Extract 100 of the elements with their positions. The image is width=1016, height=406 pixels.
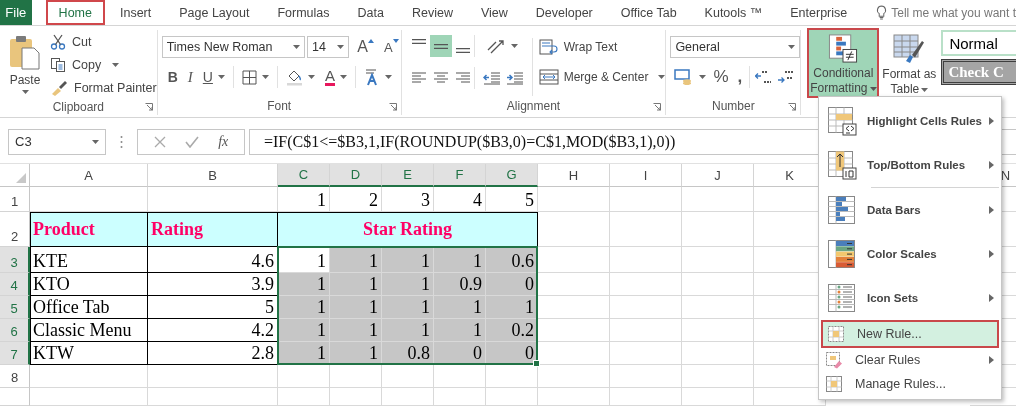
table-cell: KTO bbox=[30, 273, 148, 296]
dialog-launcher-icon[interactable] bbox=[788, 103, 797, 111]
bold-button[interactable]: B bbox=[165, 66, 180, 88]
row-header[interactable]: 2 bbox=[0, 212, 30, 247]
ribbon-tab[interactable]: Enterprise bbox=[777, 0, 861, 25]
drag-handle-icon[interactable] bbox=[120, 134, 123, 149]
table-cell: Office Tab bbox=[30, 296, 148, 319]
angled-text-icon bbox=[485, 38, 506, 54]
table-cell: 5 bbox=[148, 296, 278, 319]
font-color-button[interactable]: A bbox=[322, 66, 349, 88]
name-box[interactable]: C3 bbox=[8, 128, 106, 155]
comma-style-button[interactable]: , bbox=[733, 66, 747, 88]
row-header[interactable]: 3 bbox=[0, 247, 30, 273]
copy-icon bbox=[50, 57, 66, 73]
group-label: Alignment bbox=[506, 99, 561, 113]
indent-right-icon bbox=[506, 70, 525, 86]
column-header[interactable]: D bbox=[330, 164, 382, 187]
ribbon-tab[interactable]: Kutools ™ bbox=[691, 0, 776, 25]
ribbon-tab[interactable]: Home bbox=[45, 0, 105, 25]
paste-button[interactable]: Paste bbox=[4, 32, 46, 98]
table-cell: 2.8 bbox=[148, 342, 278, 365]
menu-item[interactable]: Clear Rules bbox=[821, 348, 999, 372]
merge-center-button[interactable]: Merge & Center bbox=[538, 67, 666, 87]
highlight-rules-icon bbox=[827, 106, 857, 136]
menu-item[interactable]: Color Scales bbox=[821, 232, 999, 276]
table-cell: 0 bbox=[434, 342, 486, 365]
ribbon-tab[interactable]: Review bbox=[398, 0, 466, 25]
font-size-box[interactable]: 14 bbox=[306, 36, 350, 58]
vertical-align-button[interactable] bbox=[429, 35, 452, 57]
row-header[interactable]: 6 bbox=[0, 319, 30, 342]
cancel-icon[interactable] bbox=[153, 135, 166, 148]
ribbon-tab[interactable]: Developer bbox=[522, 0, 606, 25]
column-header[interactable]: J bbox=[682, 164, 754, 187]
currency-button[interactable] bbox=[672, 66, 709, 88]
menu-item[interactable]: Icon Sets bbox=[821, 276, 999, 320]
phonetic-guide-icon bbox=[363, 68, 380, 86]
empty-cell bbox=[434, 365, 486, 388]
cell-style-swatch[interactable]: Normal bbox=[941, 30, 1016, 56]
italic-button[interactable]: I bbox=[185, 66, 195, 88]
row-header[interactable]: 1 bbox=[0, 187, 30, 212]
ribbon-tab[interactable]: View bbox=[467, 0, 521, 25]
caret-icon bbox=[510, 44, 518, 48]
icon-sets-icon bbox=[827, 283, 857, 313]
empty-cell bbox=[610, 212, 682, 247]
fill-handle[interactable] bbox=[533, 360, 540, 367]
table-cell: 1 bbox=[434, 319, 486, 342]
grow-font-button[interactable]: A bbox=[355, 36, 376, 58]
table-cell: 0.2 bbox=[486, 319, 538, 342]
tell-me-search[interactable]: Tell me what you want t bbox=[876, 0, 1016, 25]
table-cell: 4.6 bbox=[148, 247, 278, 273]
underline-button[interactable]: U bbox=[200, 66, 227, 88]
percent-button[interactable]: % bbox=[711, 66, 731, 88]
empty-cell bbox=[610, 247, 682, 273]
merge-cells-icon bbox=[538, 69, 559, 85]
dialog-launcher-icon[interactable] bbox=[144, 103, 153, 111]
row-header[interactable]: 7 bbox=[0, 342, 30, 365]
dialog-launcher-icon[interactable] bbox=[388, 103, 397, 111]
column-header[interactable]: F bbox=[434, 164, 486, 187]
empty-cell bbox=[610, 388, 682, 406]
row-header[interactable]: 4 bbox=[0, 273, 30, 296]
column-header[interactable]: E bbox=[382, 164, 434, 187]
ribbon-tab[interactable]: Data bbox=[344, 0, 397, 25]
caret-icon bbox=[921, 87, 929, 92]
shrink-font-button[interactable]: A bbox=[382, 36, 401, 58]
file-tab[interactable]: File bbox=[0, 0, 32, 25]
table-cell: 4.2 bbox=[148, 319, 278, 342]
conditional-formatting-button[interactable]: Conditional Formatting bbox=[807, 28, 880, 98]
copy-button[interactable]: Copy bbox=[50, 55, 157, 75]
table-cell: 1 bbox=[330, 342, 382, 365]
menu-item[interactable]: Manage Rules... bbox=[821, 372, 999, 396]
down-triangle-icon bbox=[392, 39, 399, 43]
check-icon[interactable] bbox=[184, 135, 199, 148]
table-cell: 1 bbox=[330, 319, 382, 342]
font-name-box[interactable]: Times New Roman bbox=[161, 36, 305, 58]
column-header[interactable]: I bbox=[610, 164, 682, 187]
column-header[interactable]: H bbox=[538, 164, 610, 187]
number-format-box[interactable]: General bbox=[670, 36, 801, 58]
table-cell: 1 bbox=[486, 296, 538, 319]
row-header[interactable]: 5 bbox=[0, 296, 30, 319]
caret-icon bbox=[384, 75, 392, 79]
ribbon-tab[interactable]: Insert bbox=[106, 0, 165, 25]
table-cell: 1 bbox=[330, 273, 382, 296]
menu-item[interactable]: New Rule... bbox=[821, 320, 999, 348]
ribbon-tab[interactable]: Page Layout bbox=[166, 0, 263, 25]
wrap-text-button[interactable]: Wrap Text bbox=[538, 37, 666, 57]
column-header[interactable]: A bbox=[30, 164, 148, 187]
column-header[interactable]: B bbox=[148, 164, 278, 187]
dialog-launcher-icon[interactable] bbox=[653, 103, 662, 111]
caret-icon bbox=[658, 75, 666, 79]
cut-button[interactable]: Cut bbox=[50, 32, 157, 52]
ribbon-tab[interactable]: Office Tab bbox=[607, 0, 690, 25]
ribbon-tab[interactable]: Formulas bbox=[264, 0, 343, 25]
column-header[interactable]: G bbox=[486, 164, 538, 187]
empty-cell bbox=[610, 187, 682, 212]
menu-item[interactable]: Data Bars bbox=[821, 188, 999, 232]
format-painter-button[interactable]: Format Painter bbox=[50, 78, 157, 98]
table-cell: 1 bbox=[278, 296, 330, 319]
row-header[interactable]: 8 bbox=[0, 365, 30, 388]
insert-function-button[interactable]: fx bbox=[218, 133, 229, 150]
column-header[interactable]: C bbox=[278, 164, 330, 187]
